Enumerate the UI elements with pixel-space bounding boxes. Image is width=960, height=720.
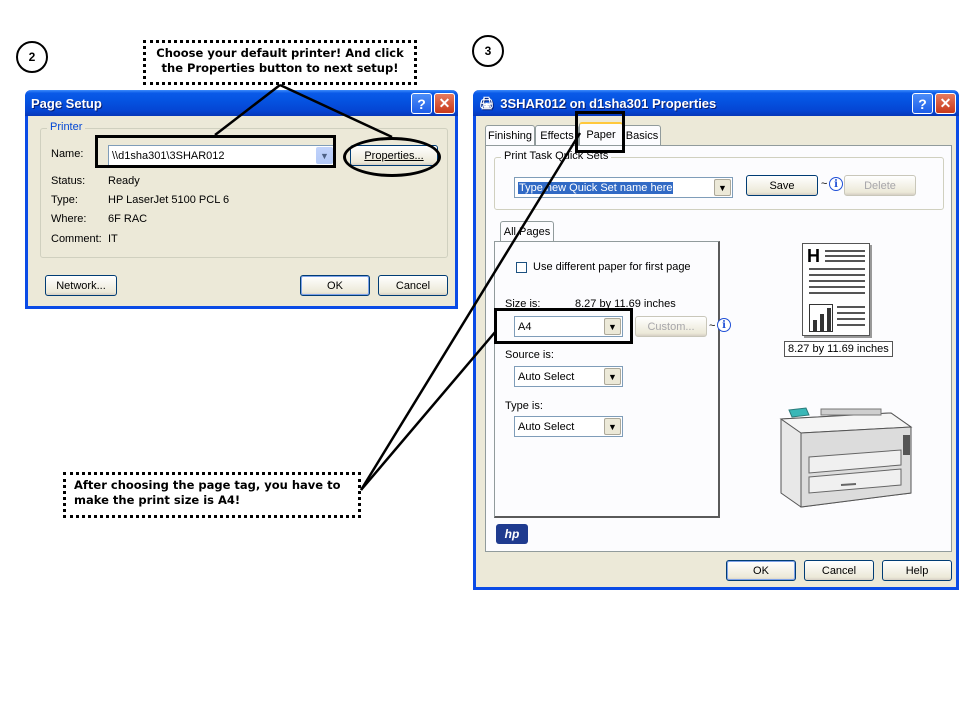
tab-finishing-label: Finishing (487, 129, 533, 142)
chevron-down-icon[interactable]: ▼ (714, 179, 731, 196)
where-value: 6F RAC (108, 213, 148, 225)
status-value: Ready (108, 175, 140, 187)
tab-all-pages[interactable]: All Pages (500, 221, 554, 241)
paper-tab-highlight (575, 111, 625, 153)
help-icon[interactable]: ? (411, 93, 432, 114)
hp-logo-text: hp (504, 527, 520, 541)
page-setup-titlebar: Page Setup (25, 90, 458, 116)
tab-basics-label: Basics (625, 129, 659, 142)
printer-name-highlight (95, 135, 336, 168)
use-different-paper-checkbox[interactable] (516, 262, 527, 273)
printer-illustration-icon (779, 407, 913, 508)
network-button[interactable]: Network... (45, 275, 117, 296)
save-button[interactable]: Save (746, 175, 818, 196)
quick-set-name-input[interactable]: Type new Quick Set name here ▼ (514, 177, 733, 198)
properties-ok-button[interactable]: OK (726, 560, 796, 581)
step-3-number: 3 (484, 44, 492, 58)
chevron-down-icon[interactable]: ▼ (604, 418, 621, 435)
custom-button[interactable]: Custom... (635, 316, 707, 337)
callout-choose-printer: Choose your default printer! And click t… (143, 40, 417, 85)
properties-ok-label: OK (753, 564, 769, 577)
page-preview-icon: H (802, 243, 870, 336)
network-button-label: Network... (56, 279, 106, 292)
properties-highlight-ellipse (343, 137, 441, 177)
info-icon[interactable]: i (717, 318, 731, 332)
page-setup-ok-button[interactable]: OK (300, 275, 370, 296)
close-icon[interactable]: ✕ (434, 93, 455, 114)
step-2-marker: 2 (16, 41, 48, 73)
hp-logo: hp (496, 524, 528, 544)
properties-help-label: Help (905, 564, 929, 577)
delete-button[interactable]: Delete (844, 175, 916, 196)
tab-finishing[interactable]: Finishing (485, 125, 535, 145)
type-label: Type is: (505, 400, 543, 412)
status-label: Status: (51, 175, 86, 187)
type-label: Type: (51, 194, 78, 206)
step-3-marker: 3 (472, 35, 504, 67)
save-button-label: Save (769, 179, 795, 192)
page-setup-title: Page Setup (31, 95, 102, 111)
page-setup-dialog: Page Setup ? ✕ Printer Name: \\d1sha301\… (25, 90, 458, 309)
properties-cancel-label: Cancel (821, 564, 857, 577)
callout-choose-a4: After choosing the page tag, you have to… (63, 472, 361, 518)
chevron-down-icon[interactable]: ▼ (604, 368, 621, 385)
comment-value: IT (108, 233, 118, 245)
printer-icon: 🖨 (479, 96, 495, 110)
help-icon[interactable]: ? (912, 93, 933, 114)
properties-titlebar: 🖨 3SHAR012 on d1sha301 Properties (473, 90, 959, 116)
paper-size-highlight (494, 308, 633, 344)
quick-set-name-value: Type new Quick Set name here (518, 181, 674, 194)
page-setup-cancel-button[interactable]: Cancel (378, 275, 448, 296)
paper-type-select[interactable]: Auto Select ▼ (514, 416, 623, 437)
tab-effects-label: Effects (540, 129, 574, 142)
callout-choose-printer-text: Choose your default printer! And click t… (156, 46, 404, 75)
type-value: HP LaserJet 5100 PCL 6 (108, 194, 230, 206)
tab-all-pages-label: All Pages (503, 225, 551, 238)
custom-button-label: Custom... (647, 320, 695, 333)
where-label: Where: (51, 213, 87, 225)
paper-source-value: Auto Select (518, 370, 575, 383)
page-setup-ok-label: OK (327, 279, 343, 292)
page-setup-cancel-label: Cancel (395, 279, 431, 292)
name-label: Name: (51, 148, 84, 160)
close-icon[interactable]: ✕ (935, 93, 956, 114)
info-icon[interactable]: i (829, 177, 843, 191)
properties-title: 3SHAR012 on d1sha301 Properties (500, 95, 717, 111)
delete-button-label: Delete (864, 179, 896, 192)
comment-label: Comment: (51, 233, 102, 245)
info-connector: ~ (821, 178, 828, 190)
paper-type-value: Auto Select (518, 420, 575, 433)
step-2-number: 2 (28, 50, 36, 64)
properties-help-button[interactable]: Help (882, 560, 952, 581)
source-label: Source is: (505, 349, 554, 361)
callout-choose-a4-text: After choosing the page tag, you have to… (74, 478, 341, 507)
preview-size-caption: 8.27 by 11.69 inches (784, 341, 893, 357)
preview-size-caption-text: 8.27 by 11.69 inches (788, 343, 889, 355)
tab-basics[interactable]: Basics (623, 125, 661, 145)
printer-group-label: Printer (47, 121, 86, 133)
tab-effects[interactable]: Effects (535, 125, 579, 145)
properties-cancel-button[interactable]: Cancel (804, 560, 874, 581)
use-different-paper-label: Use different paper for first page (533, 261, 691, 273)
paper-source-select[interactable]: Auto Select ▼ (514, 366, 623, 387)
info-connector: ~ (709, 320, 716, 332)
